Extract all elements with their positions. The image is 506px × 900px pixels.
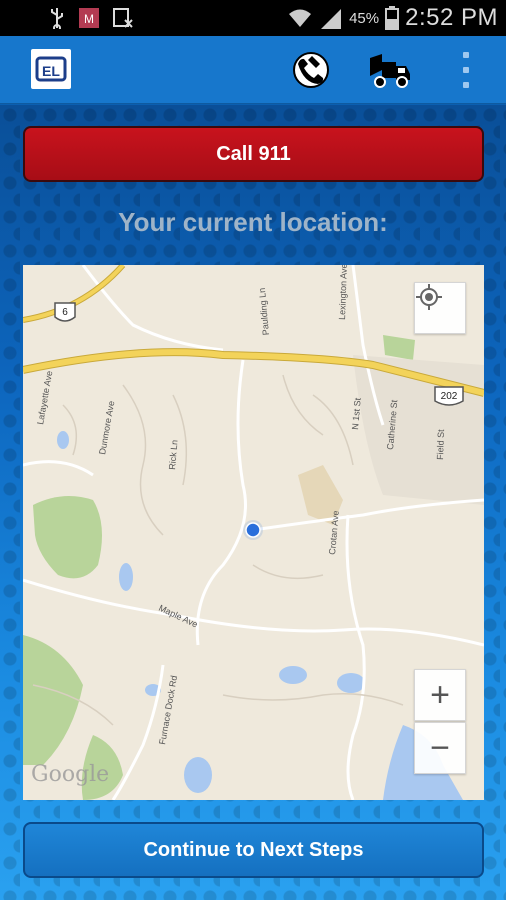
gmail-icon: M: [79, 8, 99, 28]
street-label: Field St: [435, 429, 446, 460]
status-bar: M 45% 2:52 PM: [0, 0, 506, 36]
street-label: Lexington Ave: [337, 265, 349, 320]
svg-text:202: 202: [441, 391, 458, 402]
route-6-shield: 6: [54, 302, 76, 322]
wifi-icon: [289, 9, 312, 27]
current-location-label: Your current location:: [118, 207, 388, 237]
notification-icons: M: [48, 7, 134, 29]
street-label: Lafayette Ave: [35, 370, 54, 425]
zoom-out-button[interactable]: −: [414, 722, 466, 774]
app-bar: EL: [0, 36, 506, 104]
zoom-in-button[interactable]: +: [414, 669, 466, 721]
phone-icon[interactable]: [290, 50, 332, 90]
street-label: Rick Ln: [167, 439, 180, 470]
battery-icon: [385, 6, 400, 30]
svg-text:6: 6: [62, 307, 68, 318]
crosshair-icon: [416, 284, 442, 310]
map-view[interactable]: 6 202 Lafayette Ave Dunmore Ave Rick Ln …: [23, 265, 484, 800]
street-label: N 1st St: [350, 397, 363, 430]
route-202-shield: 202: [434, 386, 464, 406]
system-status: 45% 2:52 PM: [287, 4, 498, 32]
battery-percent: 45%: [349, 9, 380, 27]
street-label: Dunmore Ave: [97, 400, 116, 455]
tow-truck-icon[interactable]: [368, 50, 412, 90]
street-label: Maple Ave: [157, 603, 199, 630]
svg-text:EL: EL: [42, 63, 60, 79]
app-logo-icon[interactable]: EL: [31, 49, 71, 89]
my-location-button[interactable]: [414, 282, 466, 334]
svg-text:M: M: [84, 12, 94, 26]
call-911-button[interactable]: Call 911: [23, 126, 484, 182]
google-attribution: Google: [31, 762, 110, 787]
clock: 2:52 PM: [405, 4, 498, 31]
signal-icon: [321, 9, 342, 29]
continue-next-steps-button[interactable]: Continue to Next Steps: [23, 822, 484, 878]
current-location-dot: [245, 522, 261, 538]
street-label: Paulding Ln: [257, 287, 271, 335]
download-icon: [113, 8, 133, 28]
usb-icon: [51, 8, 63, 29]
overflow-menu-icon[interactable]: [458, 52, 474, 88]
